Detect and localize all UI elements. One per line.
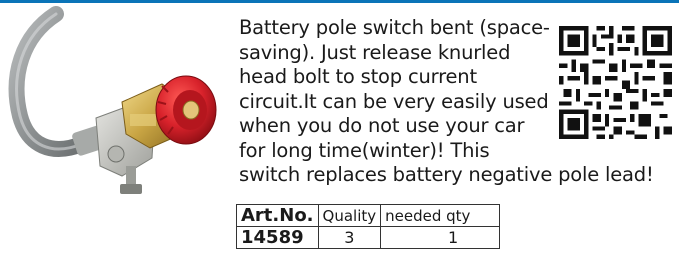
table-row: 14589 3 1 (236, 226, 501, 249)
header-quality: Quality (317, 204, 382, 227)
header-art-no: Art.No. (236, 204, 319, 227)
qr-code (555, 22, 676, 143)
battery-switch-product-image (8, 6, 217, 194)
top-accent-rule (0, 0, 679, 3)
article-info-table: Art.No. Quality needed qty 14589 3 1 (236, 204, 501, 249)
header-needed-qty: needed qty (380, 204, 501, 227)
description-line: switch replaces battery negative pole le… (239, 163, 654, 186)
table-header-row: Art.No. Quality needed qty (236, 204, 501, 227)
article-number: 14589 (236, 226, 319, 249)
quality-value: 3 (317, 226, 382, 249)
needed-qty-value: 1 (380, 226, 501, 249)
